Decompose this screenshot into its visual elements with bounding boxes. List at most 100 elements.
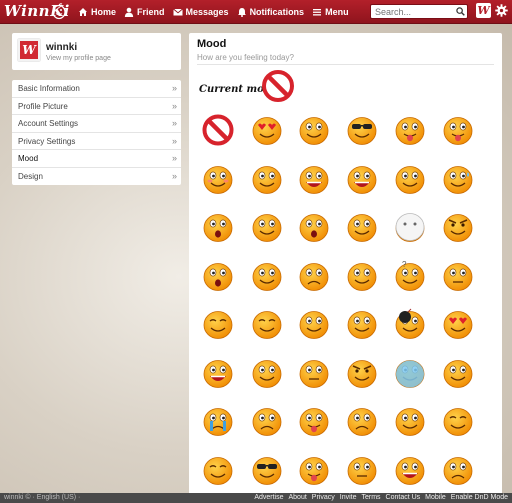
- mood-bleeding-icon[interactable]: [297, 307, 331, 341]
- brand-badge[interactable]: W: [476, 3, 491, 18]
- mood-tongue-icon[interactable]: [297, 453, 331, 487]
- menu-item-design[interactable]: Design »: [12, 168, 181, 186]
- menu-item-profile-picture[interactable]: Profile Picture »: [12, 98, 181, 115]
- chevron-right-icon: »: [171, 118, 177, 128]
- mood-big-grin-icon[interactable]: [201, 356, 235, 390]
- mood-hurt-icon[interactable]: [441, 453, 475, 487]
- mood-shouting-icon[interactable]: [297, 162, 331, 196]
- menu-item-label: Design: [18, 171, 43, 181]
- mood-covering-icon[interactable]: [345, 210, 379, 244]
- svg-text:?: ?: [402, 260, 407, 269]
- mood-angry-mark-icon[interactable]: [441, 210, 475, 244]
- settings-menu: Basic Information » Profile Picture » Ac…: [12, 80, 181, 185]
- chevron-right-icon: »: [171, 153, 177, 163]
- mood-shocked-icon[interactable]: [201, 259, 235, 293]
- mood-no-mood-icon[interactable]: [201, 113, 235, 147]
- nav-menu[interactable]: Menu: [312, 7, 349, 17]
- nav-label: Messages: [185, 7, 229, 17]
- mood-fingers-icon[interactable]: [250, 356, 284, 390]
- nav-label: Notifications: [249, 7, 305, 17]
- mood-sleeping-icon[interactable]: [201, 307, 235, 341]
- mood-smirk-icon[interactable]: [250, 162, 284, 196]
- mood-blushing-icon[interactable]: [201, 162, 235, 196]
- envelope-icon: [172, 8, 183, 16]
- menu-item-label: Mood: [18, 154, 39, 163]
- footer-link-contact-us[interactable]: Contact Us: [386, 493, 421, 503]
- top-navigation-bar: WinnKi Home Friend Messages Notification…: [0, 0, 512, 24]
- menu-item-account-settings[interactable]: Account Settings »: [12, 115, 181, 133]
- mood-worried-icon[interactable]: [297, 210, 331, 244]
- menu-item-privacy-settings[interactable]: Privacy Settings »: [12, 133, 181, 150]
- mood-dizzy-icon[interactable]: [393, 404, 427, 438]
- mood-pouting-icon[interactable]: [297, 356, 331, 390]
- hamburger-icon: [313, 9, 322, 16]
- footer-link-about[interactable]: About: [289, 493, 307, 503]
- mood-smug-icon[interactable]: [393, 162, 427, 196]
- nav-friend[interactable]: Friend: [124, 7, 165, 17]
- footer-link-invite[interactable]: Invite: [340, 493, 357, 503]
- view-profile-link[interactable]: View my profile page: [46, 55, 111, 62]
- mood-freezing-icon[interactable]: [393, 356, 427, 390]
- mood-sad-icon[interactable]: [297, 259, 331, 293]
- menu-item-label: Account Settings: [18, 119, 79, 128]
- menu-item-label: Profile Picture: [18, 101, 68, 111]
- mood-sunglasses-icon[interactable]: [250, 453, 284, 487]
- menu-item-basic-information[interactable]: Basic Information »: [12, 80, 181, 98]
- nav-label: Friend: [137, 7, 165, 17]
- mood-neutral-icon[interactable]: [441, 259, 475, 293]
- mood-surprised-icon[interactable]: [201, 210, 235, 244]
- mood-tongue-out-icon[interactable]: [393, 113, 427, 147]
- mood-squint-icon[interactable]: [250, 307, 284, 341]
- current-mood-no-mood-icon: [262, 70, 294, 102]
- gear-icon[interactable]: [495, 4, 508, 17]
- mood-ghost-icon[interactable]: [393, 210, 427, 244]
- bell-icon: [237, 8, 246, 17]
- nav-messages[interactable]: Messages: [172, 7, 229, 17]
- mood-bomb-icon[interactable]: [393, 307, 427, 341]
- footer-link-advertise[interactable]: Advertise: [254, 493, 283, 503]
- page-subtitle: How are you feeling today?: [197, 53, 294, 62]
- footer-link-dnd-mode[interactable]: Enable DnD Mode: [451, 493, 508, 503]
- mood-panel: Mood How are you feeling today? Current …: [189, 33, 502, 503]
- mood-disappointed-icon[interactable]: [345, 404, 379, 438]
- mood-drooling-icon[interactable]: [297, 404, 331, 438]
- mood-in-love-icon[interactable]: [250, 113, 284, 147]
- nav-label: Menu: [325, 7, 349, 17]
- mood-frowning-icon[interactable]: [250, 404, 284, 438]
- main-nav: Home Friend Messages Notifications Menu: [78, 0, 357, 24]
- mood-scolding-icon[interactable]: [441, 356, 475, 390]
- mood-grinning-icon[interactable]: [345, 259, 379, 293]
- nav-home[interactable]: Home: [78, 7, 116, 17]
- chevron-right-icon: »: [171, 135, 177, 146]
- footer-link-privacy[interactable]: Privacy: [312, 493, 335, 503]
- mood-smile-icon[interactable]: [250, 259, 284, 293]
- nav-notifications[interactable]: Notifications: [237, 7, 305, 17]
- mood-tongue-out-wink-icon[interactable]: [441, 113, 475, 147]
- mood-laughing-icon[interactable]: [345, 162, 379, 196]
- footer-link-terms[interactable]: Terms: [361, 493, 380, 503]
- mood-teeth-icon[interactable]: [393, 453, 427, 487]
- mood-bandaged-head-icon[interactable]: [345, 307, 379, 341]
- mood-happy-eyes-icon[interactable]: [201, 453, 235, 487]
- mood-question-icon[interactable]: ?: [393, 259, 427, 293]
- profile-name[interactable]: winnki: [46, 42, 77, 53]
- mood-content-icon[interactable]: [441, 404, 475, 438]
- footer: winnki © · English (US) · Advertise Abou…: [0, 493, 512, 503]
- mood-sly-icon[interactable]: [345, 453, 379, 487]
- mood-sweating-icon[interactable]: [441, 162, 475, 196]
- menu-item-mood[interactable]: Mood »: [12, 150, 181, 168]
- avatar[interactable]: W: [18, 39, 40, 61]
- search-input[interactable]: [370, 4, 468, 19]
- search-icon[interactable]: [456, 7, 465, 16]
- mood-furious-icon[interactable]: [345, 356, 379, 390]
- footer-link-mobile[interactable]: Mobile: [425, 493, 446, 503]
- mood-crying-icon[interactable]: [201, 404, 235, 438]
- footer-links: Advertise About Privacy Invite Terms Con…: [249, 493, 508, 503]
- mood-bandaged-icon[interactable]: [250, 210, 284, 244]
- nav-label: Home: [91, 7, 117, 17]
- logo-face-icon: [52, 3, 66, 20]
- mood-cool-icon[interactable]: [345, 113, 379, 147]
- mood-love-struck-icon[interactable]: [441, 307, 475, 341]
- mood-happy-icon[interactable]: [297, 113, 331, 147]
- divider: [197, 64, 494, 65]
